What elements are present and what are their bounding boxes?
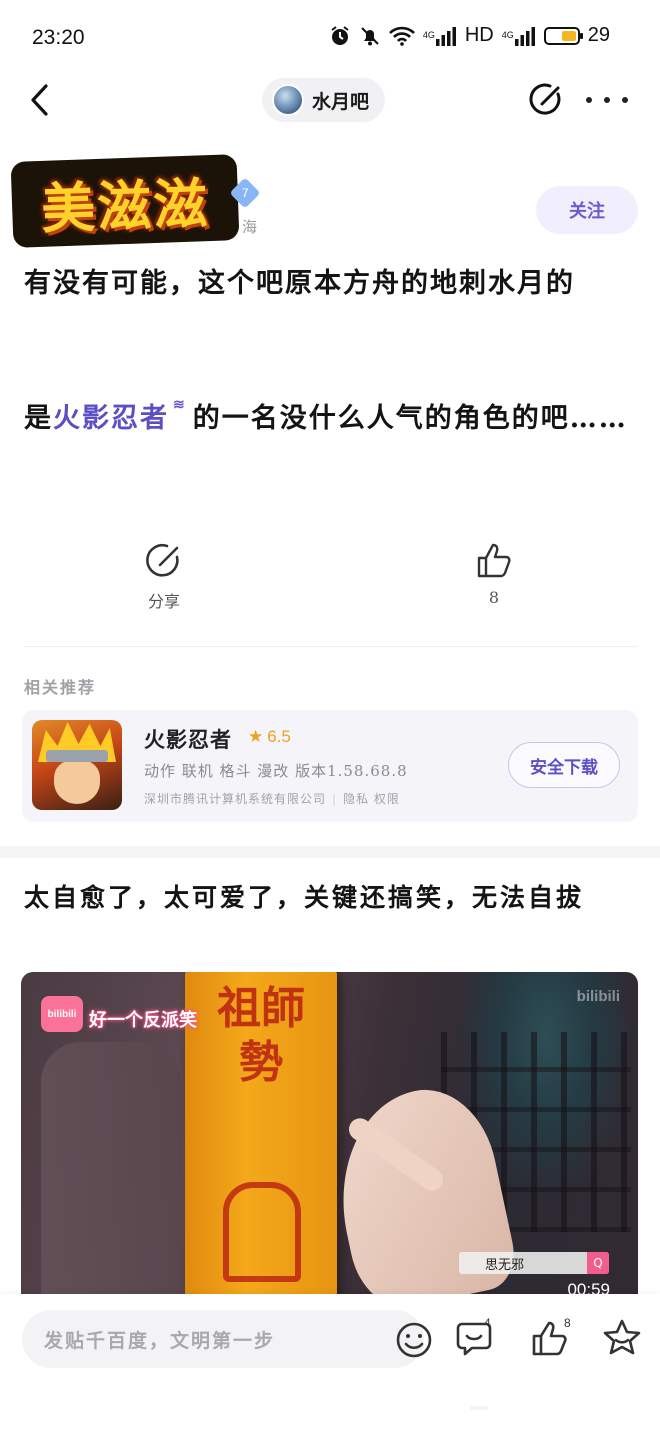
more-options-button[interactable] <box>586 84 628 116</box>
app-rating: ★ 6.5 <box>248 727 291 747</box>
like-action[interactable]: 8 <box>434 540 554 607</box>
status-bar: 23:20 4G HD 4G 29 <box>0 0 660 78</box>
separator: | <box>332 792 338 806</box>
divider <box>24 646 638 647</box>
star-icon <box>603 1319 641 1355</box>
share-action[interactable]: 分享 <box>104 540 224 612</box>
battery-level: 29 <box>587 24 610 46</box>
talisman-script: 祖師勢 <box>217 983 305 1088</box>
bottom-bar: 发贴千百度，文明第一步 4 8 <box>0 1294 660 1431</box>
app-icon <box>32 720 122 810</box>
wifi-icon <box>388 26 415 46</box>
emoji-button[interactable] <box>394 1320 434 1360</box>
thumbs-up-icon <box>477 543 511 578</box>
author-location: 海 <box>242 218 258 236</box>
forum-avatar <box>272 84 304 116</box>
privacy-link[interactable]: 隐私 <box>343 792 369 806</box>
signal-icon-1: 4G <box>423 26 457 46</box>
post-para-prefix: 是 <box>24 403 53 434</box>
hd-label: HD <box>464 24 494 46</box>
layers-icon: ≋ <box>173 397 187 413</box>
signal-icon-2: 4G <box>502 26 536 46</box>
action-row: 分享 8 <box>0 540 660 630</box>
section-divider <box>0 846 660 858</box>
star-icon: ★ <box>248 727 264 746</box>
download-button[interactable]: 安全下载 <box>508 742 620 788</box>
app-name: 火影忍者 <box>144 727 232 752</box>
like-count: 8 <box>488 588 500 607</box>
video-duration: 00:59 <box>567 1280 610 1294</box>
follow-button[interactable]: 关注 <box>536 186 638 234</box>
app-card[interactable]: 火影忍者 ★ 6.5 动作 联机 格斗 漫改 版本1.58.68.8 深圳市腾讯… <box>22 710 638 822</box>
bilibili-logo: bilibili <box>41 996 83 1032</box>
post2-text: 太自愈了，太可爱了，关键还搞笑，无法自拔 <box>24 883 585 912</box>
comment-placeholder: 发贴千百度，文明第一步 <box>44 1330 276 1352</box>
app-developer: 深圳市腾讯计算机系统有限公司 <box>144 792 327 806</box>
rating-value: 6.5 <box>267 727 291 746</box>
back-button[interactable] <box>24 80 60 120</box>
search-icon: Q <box>587 1252 609 1274</box>
share-label: 分享 <box>147 592 180 611</box>
post-para-suffix: 的一名没什么人气的角色的吧…… <box>192 403 628 434</box>
network-type-1: 4G <box>422 30 435 40</box>
alarm-icon <box>329 25 351 47</box>
battery-icon <box>543 26 583 45</box>
level-number: 7 <box>241 186 249 200</box>
permissions-link[interactable]: 权限 <box>374 792 400 806</box>
video-player[interactable]: 祖師勢 bilibili 好一个反派笑 bilibili 思无邪 Q 00:59 <box>21 972 638 1294</box>
network-type-2: 4G <box>501 30 514 40</box>
related-title: 相关推荐 <box>24 678 97 697</box>
smiley-icon <box>396 1322 432 1358</box>
nav-bar: 水月吧 <box>0 78 660 124</box>
dot-icon <box>622 97 628 103</box>
dot-icon <box>586 97 592 103</box>
comment-count: 4 <box>484 1316 491 1330</box>
post-text: 有没有可能，这个吧原本方舟的地刺水月的 <box>24 268 575 299</box>
author-avatar-logo[interactable]: 美滋滋 <box>10 154 240 248</box>
share-icon <box>529 83 561 115</box>
author-name: 美滋滋 <box>40 170 211 241</box>
home-indicator <box>470 1406 488 1410</box>
forum-name: 水月吧 <box>312 90 370 113</box>
forum-pill[interactable]: 水月吧 <box>262 78 386 122</box>
chevron-left-icon <box>31 84 48 116</box>
dot-icon <box>604 97 610 103</box>
video-search-chip: 思无邪 Q <box>459 1252 609 1274</box>
share-icon <box>146 544 179 577</box>
share-button-top[interactable] <box>528 80 566 120</box>
post-paragraph-2: 是火影忍者 ≋ 的一名没什么人气的角色的吧…… <box>24 390 638 448</box>
app-meta: 深圳市腾讯计算机系统有限公司 | 隐私 权限 <box>144 790 400 807</box>
favorite-button[interactable] <box>600 1316 644 1360</box>
app-tags: 动作 联机 格斗 漫改 版本1.58.68.8 <box>144 762 408 780</box>
comment-input[interactable]: 发贴千百度，文明第一步 <box>22 1310 432 1368</box>
video-channel-name: 好一个反派笑 <box>89 1010 197 1031</box>
bilibili-watermark: bilibili <box>576 988 620 1005</box>
like-count-bottom: 8 <box>564 1316 571 1330</box>
topic-tag-link[interactable]: 火影忍者 <box>53 403 169 434</box>
status-icons: 4G HD 4G 29 <box>329 24 610 47</box>
mute-bell-icon <box>359 25 381 47</box>
video-frame-talisman: 祖師勢 <box>185 972 337 1294</box>
video-search-text: 思无邪 <box>485 1257 525 1273</box>
status-time: 23:20 <box>32 26 85 49</box>
author-row: 美滋滋 7 海 关注 <box>10 152 648 248</box>
